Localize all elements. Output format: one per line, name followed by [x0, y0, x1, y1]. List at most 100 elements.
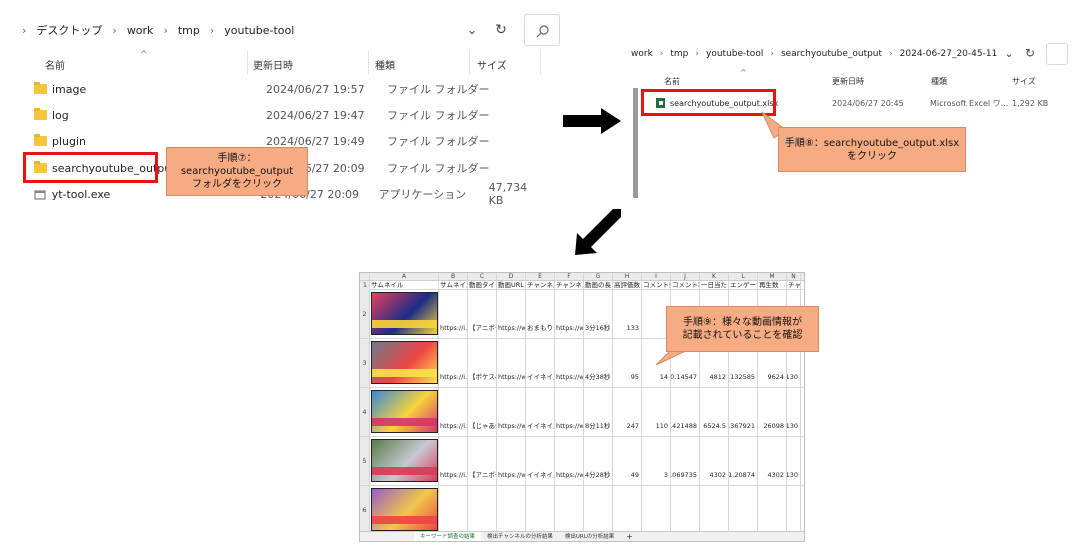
column-header-size[interactable]: サイズ [477, 57, 507, 72]
table-cell[interactable] [671, 486, 700, 534]
table-cell[interactable]: 26098 [758, 388, 787, 436]
table-cell[interactable]: https://ww [497, 290, 526, 338]
table-cell[interactable]: 4302 [758, 437, 787, 485]
row-number[interactable]: 5 [360, 437, 370, 485]
header-cell[interactable]: チャ [787, 281, 801, 289]
column-divider[interactable] [540, 50, 541, 74]
table-cell[interactable]: 2130 [787, 388, 801, 436]
breadcrumb-desktop[interactable]: デスクトップ [36, 22, 102, 38]
table-cell[interactable]: 247 [613, 388, 642, 436]
table-cell[interactable]: 0.421488 [671, 388, 700, 436]
column-divider[interactable] [469, 50, 470, 74]
table-cell[interactable]: 2130 [787, 437, 801, 485]
table-cell[interactable]: https://ww [497, 388, 526, 436]
scrollbar[interactable] [633, 88, 638, 198]
table-cell[interactable]: 3分16秒 [584, 290, 613, 338]
tab-url-analysis[interactable]: 検出URLの分析結果 [559, 532, 620, 542]
table-cell[interactable]: 【ポケスペ [468, 339, 497, 387]
column-letter[interactable]: L [729, 273, 758, 280]
breadcrumb[interactable]: work › tmp › youtube-tool › searchyoutub… [631, 49, 997, 59]
breadcrumb-work[interactable]: work [127, 24, 154, 37]
header-cell[interactable]: 再生数 [758, 281, 787, 289]
column-header-type[interactable]: 種類 [375, 57, 395, 72]
header-cell[interactable]: チャンネル [526, 281, 555, 289]
column-letter[interactable]: E [526, 273, 555, 280]
table-cell[interactable]: 4分38秒 [584, 339, 613, 387]
add-sheet-button[interactable]: + [620, 532, 639, 542]
table-cell[interactable]: 133 [613, 290, 642, 338]
column-letter[interactable]: G [584, 273, 613, 280]
header-cell[interactable]: 動画タイト [468, 281, 497, 289]
column-header-type[interactable]: 種類 [931, 76, 947, 87]
table-cell[interactable]: イイネイス [526, 388, 555, 436]
search-input[interactable] [1046, 43, 1068, 65]
table-row[interactable]: 4https://i.y【じゃあ俺https://wwイイネイスhttps://… [360, 388, 804, 437]
row-number[interactable]: 4 [360, 388, 370, 436]
table-cell[interactable]: https://i.y [439, 388, 468, 436]
table-cell[interactable]: https://i.y [439, 339, 468, 387]
tab-keyword-results[interactable]: キーワード調査の結果 [414, 531, 482, 541]
list-item[interactable]: log 2024/06/27 19:47 ファイル フォルダー [34, 102, 544, 128]
column-divider[interactable] [368, 50, 369, 74]
table-cell[interactable]: 【じゃあ俺 [468, 388, 497, 436]
thumbnail-cell[interactable] [370, 290, 439, 338]
table-cell[interactable]: おまもりこ [526, 290, 555, 338]
chevron-down-icon[interactable]: ⌄ [462, 18, 482, 42]
tab-channel-analysis[interactable]: 検出チャンネルの分析結果 [481, 532, 559, 542]
breadcrumb-timestamp-folder[interactable]: 2024-06-27_20-45-11 [900, 49, 998, 59]
table-cell[interactable]: 95 [613, 339, 642, 387]
row-number[interactable]: 3 [360, 339, 370, 387]
column-divider[interactable] [247, 50, 248, 74]
header-cell[interactable]: サムネイル [370, 281, 439, 289]
column-header-size[interactable]: サイズ [1012, 76, 1036, 87]
table-cell[interactable]: 4302 [700, 437, 729, 485]
column-letter[interactable]: B [439, 273, 468, 280]
table-cell[interactable]: 1.20874 [729, 437, 758, 485]
header-cell[interactable]: エンゲージ [729, 281, 758, 289]
table-cell[interactable]: https://ww [555, 388, 584, 436]
header-cell[interactable]: コメント数 [642, 281, 671, 289]
table-cell[interactable]: https://ww [497, 339, 526, 387]
table-cell[interactable]: https://ww [497, 437, 526, 485]
table-cell[interactable]: https://ww [555, 437, 584, 485]
column-letter[interactable]: M [758, 273, 787, 280]
header-cell[interactable]: 動画URL [497, 281, 526, 289]
table-cell[interactable] [497, 486, 526, 534]
table-cell[interactable] [439, 486, 468, 534]
breadcrumb-youtube-tool[interactable]: youtube-tool [224, 24, 294, 37]
table-cell[interactable]: https://i.y [439, 437, 468, 485]
table-cell[interactable]: イイネイス [526, 339, 555, 387]
search-input[interactable] [524, 14, 560, 46]
table-cell[interactable] [613, 486, 642, 534]
table-cell[interactable] [729, 486, 758, 534]
select-all-corner[interactable] [360, 273, 370, 280]
table-cell[interactable] [700, 486, 729, 534]
table-cell[interactable] [468, 486, 497, 534]
header-cell[interactable]: 一日当たり [700, 281, 729, 289]
table-cell[interactable] [584, 486, 613, 534]
table-cell[interactable]: 1.367921 [729, 388, 758, 436]
header-cell[interactable]: 高評価数 [613, 281, 642, 289]
table-cell[interactable]: 49 [613, 437, 642, 485]
table-row[interactable]: 6 [360, 486, 804, 535]
column-letter[interactable]: K [700, 273, 729, 280]
table-cell[interactable]: イイネイス [526, 437, 555, 485]
column-letter[interactable]: I [642, 273, 671, 280]
table-cell[interactable]: https://ww [555, 339, 584, 387]
breadcrumb-searchyoutube-output[interactable]: searchyoutube_output [781, 49, 882, 59]
table-cell[interactable]: 【アニポケ [468, 290, 497, 338]
thumbnail-cell[interactable] [370, 339, 439, 387]
thumbnail-cell[interactable] [370, 486, 439, 534]
thumbnail-cell[interactable] [370, 437, 439, 485]
header-cell[interactable]: サムネイル [439, 281, 468, 289]
table-cell[interactable]: 【アニポケ [468, 437, 497, 485]
column-letter[interactable]: C [468, 273, 497, 280]
table-row[interactable]: 5https://i.y【アニポケhttps://wwイイネイスhttps://… [360, 437, 804, 486]
refresh-icon[interactable]: ↻ [490, 18, 512, 42]
list-item[interactable]: image 2024/06/27 19:57 ファイル フォルダー [34, 76, 544, 102]
breadcrumb-work[interactable]: work [631, 49, 653, 59]
table-cell[interactable] [555, 486, 584, 534]
table-cell[interactable]: 8分11秒 [584, 388, 613, 436]
row-number[interactable]: 6 [360, 486, 370, 534]
table-cell[interactable] [787, 486, 801, 534]
